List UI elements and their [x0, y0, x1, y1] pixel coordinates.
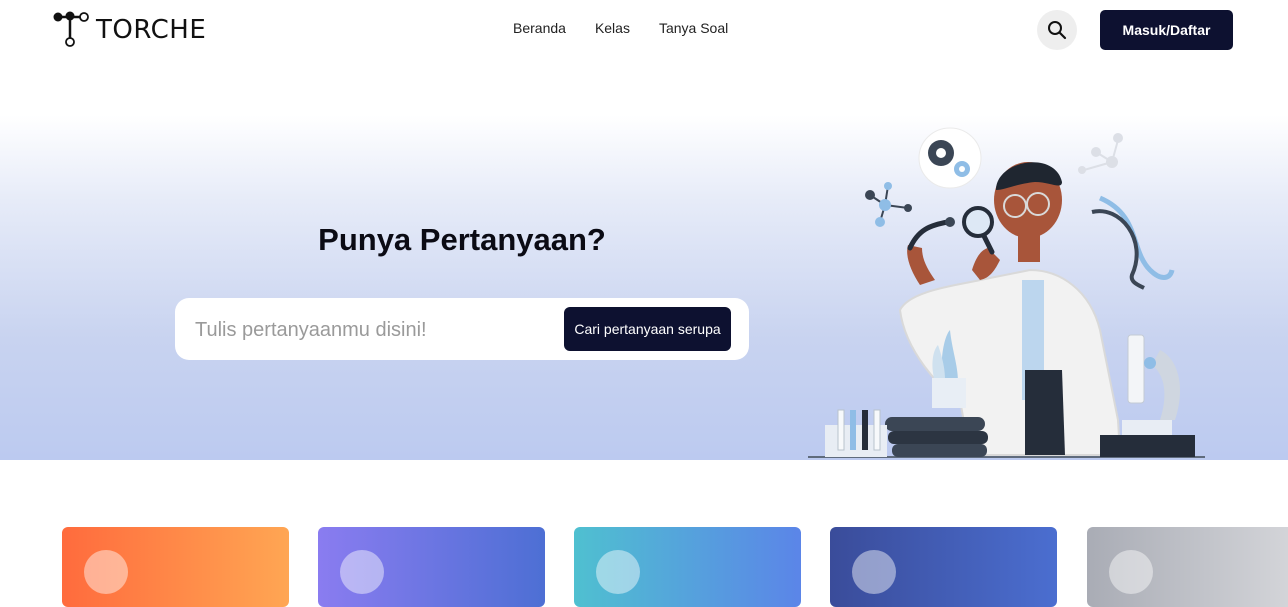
category-icon [84, 550, 128, 594]
category-card[interactable] [318, 527, 545, 607]
category-icon [340, 550, 384, 594]
hero-title: Punya Pertanyaan? [318, 222, 606, 257]
category-card[interactable] [1087, 527, 1288, 607]
search-button[interactable] [1037, 10, 1077, 50]
scientist-illustration [808, 127, 1205, 458]
search-icon [1048, 21, 1067, 40]
brand-name: TORCHE [96, 15, 207, 45]
brand-logo[interactable]: TORCHE [52, 10, 206, 50]
find-similar-button[interactable]: Cari pertanyaan serupa [564, 307, 731, 351]
category-card[interactable] [830, 527, 1057, 607]
category-card[interactable] [62, 527, 289, 607]
category-icon [596, 550, 640, 594]
nav-link-kelas[interactable]: Kelas [595, 20, 630, 36]
category-icon [852, 550, 896, 594]
main-menu: Beranda Kelas Tanya Soal [513, 20, 728, 36]
molecule-logo-icon [53, 11, 89, 47]
top-navbar: TORCHE Beranda Kelas Tanya Soal Masuk/Da… [0, 0, 1288, 62]
login-register-button[interactable]: Masuk/Daftar [1100, 10, 1233, 50]
nav-link-tanya-soal[interactable]: Tanya Soal [659, 20, 728, 36]
question-search-box: Cari pertanyaan serupa [175, 298, 749, 360]
question-input[interactable] [193, 309, 567, 351]
category-card[interactable] [574, 527, 801, 607]
nav-link-beranda[interactable]: Beranda [513, 20, 566, 36]
category-icon [1109, 550, 1153, 594]
